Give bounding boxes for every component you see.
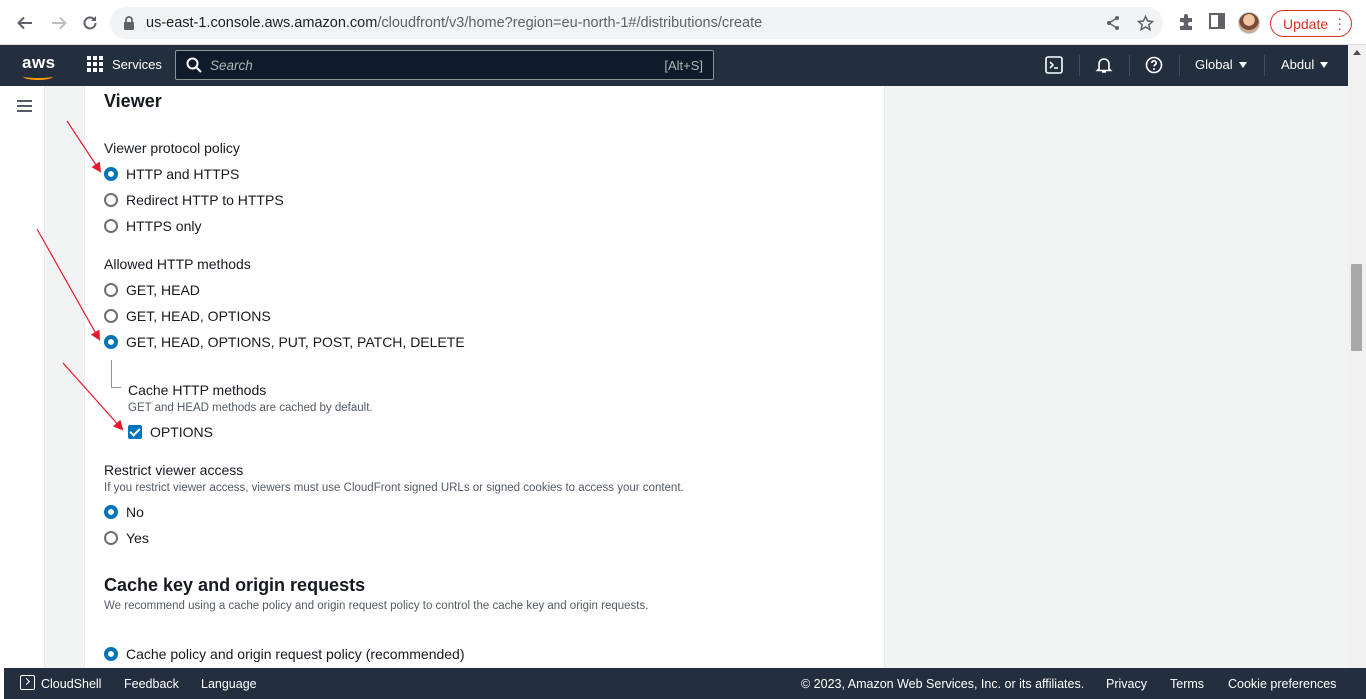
nested-option-connector <box>111 360 121 388</box>
radio-empty-icon <box>104 309 118 323</box>
radio-selected-icon <box>104 647 118 661</box>
extensions-icon[interactable] <box>1177 13 1195 36</box>
address-bar[interactable]: us-east-1.console.aws.amazon.com/cloudfr… <box>110 7 1163 39</box>
footer-terms-link[interactable]: Terms <box>1170 677 1204 691</box>
footer-feedback-link[interactable]: Feedback <box>124 677 179 691</box>
radio-restrict-no[interactable]: No <box>104 504 144 520</box>
site-info-icon[interactable] <box>122 15 136 36</box>
radio-all-methods[interactable]: GET, HEAD, OPTIONS, PUT, POST, PATCH, DE… <box>104 334 465 350</box>
cache-methods-label: Cache HTTP methods <box>128 382 267 398</box>
radio-https-only[interactable]: HTTPS only <box>104 218 201 234</box>
footer-cookie-preferences-link[interactable]: Cookie preferences <box>1228 677 1336 691</box>
radio-empty-icon <box>104 283 118 297</box>
bookmark-star-icon[interactable] <box>1136 14 1155 37</box>
footer-privacy-link[interactable]: Privacy <box>1106 677 1147 691</box>
cloudshell-icon <box>20 675 35 690</box>
forward-icon[interactable] <box>48 12 70 34</box>
scroll-up-arrow-icon[interactable] <box>1353 50 1361 55</box>
share-icon[interactable] <box>1105 15 1121 36</box>
search-input[interactable]: Search [Alt+S] <box>175 50 714 80</box>
menu-dots-icon: · · · <box>1337 10 1342 36</box>
aws-smile-icon <box>23 73 53 80</box>
search-shortcut-hint: [Alt+S] <box>664 58 703 73</box>
aws-top-nav: aws Services Search [Alt+S] Global Abdul <box>0 45 1348 86</box>
back-icon[interactable] <box>14 12 36 34</box>
profile-avatar[interactable] <box>1238 12 1260 34</box>
viewer-section-title: Viewer <box>104 91 162 111</box>
footer-copyright: © 2023, Amazon Web Services, Inc. or its… <box>801 677 1085 691</box>
caret-down-icon <box>1238 61 1247 68</box>
services-grid-icon <box>87 56 103 72</box>
search-placeholder: Search <box>210 58 253 73</box>
reload-icon[interactable] <box>79 12 101 34</box>
allowed-methods-label: Allowed HTTP methods <box>104 256 251 272</box>
help-icon[interactable] <box>1145 56 1163 79</box>
cache-key-section-title: Cache key and origin requests <box>104 575 366 595</box>
cache-methods-description: GET and HEAD methods are cached by defau… <box>128 402 373 414</box>
radio-get-head[interactable]: GET, HEAD <box>104 282 200 298</box>
restrict-access-label: Restrict viewer access <box>104 462 244 478</box>
checkbox-options[interactable]: OPTIONS <box>128 424 213 440</box>
account-label: Abdul <box>1281 57 1315 72</box>
console-footer: CloudShell Feedback Language © 2023, Ama… <box>4 668 1366 699</box>
radio-redirect-http-to-https[interactable]: Redirect HTTP to HTTPS <box>104 192 284 208</box>
side-nav-rail <box>4 86 45 668</box>
aws-logo[interactable]: aws <box>22 53 56 80</box>
account-menu[interactable]: Abdul <box>1281 57 1329 72</box>
update-button[interactable]: Update · · · <box>1270 10 1352 37</box>
services-label: Services <box>112 56 162 72</box>
page-scrollbar[interactable] <box>1348 45 1366 668</box>
cache-key-description: We recommend using a cache policy and or… <box>104 600 649 612</box>
cloudshell-icon[interactable] <box>1045 56 1063 79</box>
side-panel-icon[interactable] <box>1209 13 1225 34</box>
hamburger-menu-icon[interactable] <box>17 100 32 115</box>
region-selector[interactable]: Global <box>1195 57 1247 72</box>
region-label: Global <box>1195 57 1233 72</box>
radio-selected-icon <box>104 167 118 181</box>
radio-cache-policy-recommended[interactable]: Cache policy and origin request policy (… <box>104 646 465 662</box>
checkbox-checked-icon <box>128 425 142 439</box>
footer-cloudshell-link[interactable]: CloudShell <box>41 677 101 691</box>
radio-selected-icon <box>104 335 118 349</box>
radio-empty-icon <box>104 531 118 545</box>
viewer-protocol-label: Viewer protocol policy <box>104 140 240 156</box>
url-text: us-east-1.console.aws.amazon.com/cloudfr… <box>146 15 763 31</box>
radio-selected-icon <box>104 505 118 519</box>
browser-toolbar: us-east-1.console.aws.amazon.com/cloudfr… <box>0 0 1366 45</box>
caret-down-icon <box>1320 61 1329 68</box>
radio-get-head-options[interactable]: GET, HEAD, OPTIONS <box>104 308 271 324</box>
radio-http-and-https[interactable]: HTTP and HTTPS <box>104 166 239 182</box>
footer-language-link[interactable]: Language <box>201 677 257 691</box>
services-menu-button[interactable]: Services <box>87 56 162 72</box>
restrict-access-description: If you restrict viewer access, viewers m… <box>104 482 684 494</box>
radio-restrict-yes[interactable]: Yes <box>104 530 149 546</box>
search-icon <box>186 57 202 78</box>
radio-empty-icon <box>104 219 118 233</box>
notifications-bell-icon[interactable] <box>1095 56 1113 79</box>
radio-empty-icon <box>104 193 118 207</box>
scroll-thumb[interactable] <box>1351 264 1362 351</box>
